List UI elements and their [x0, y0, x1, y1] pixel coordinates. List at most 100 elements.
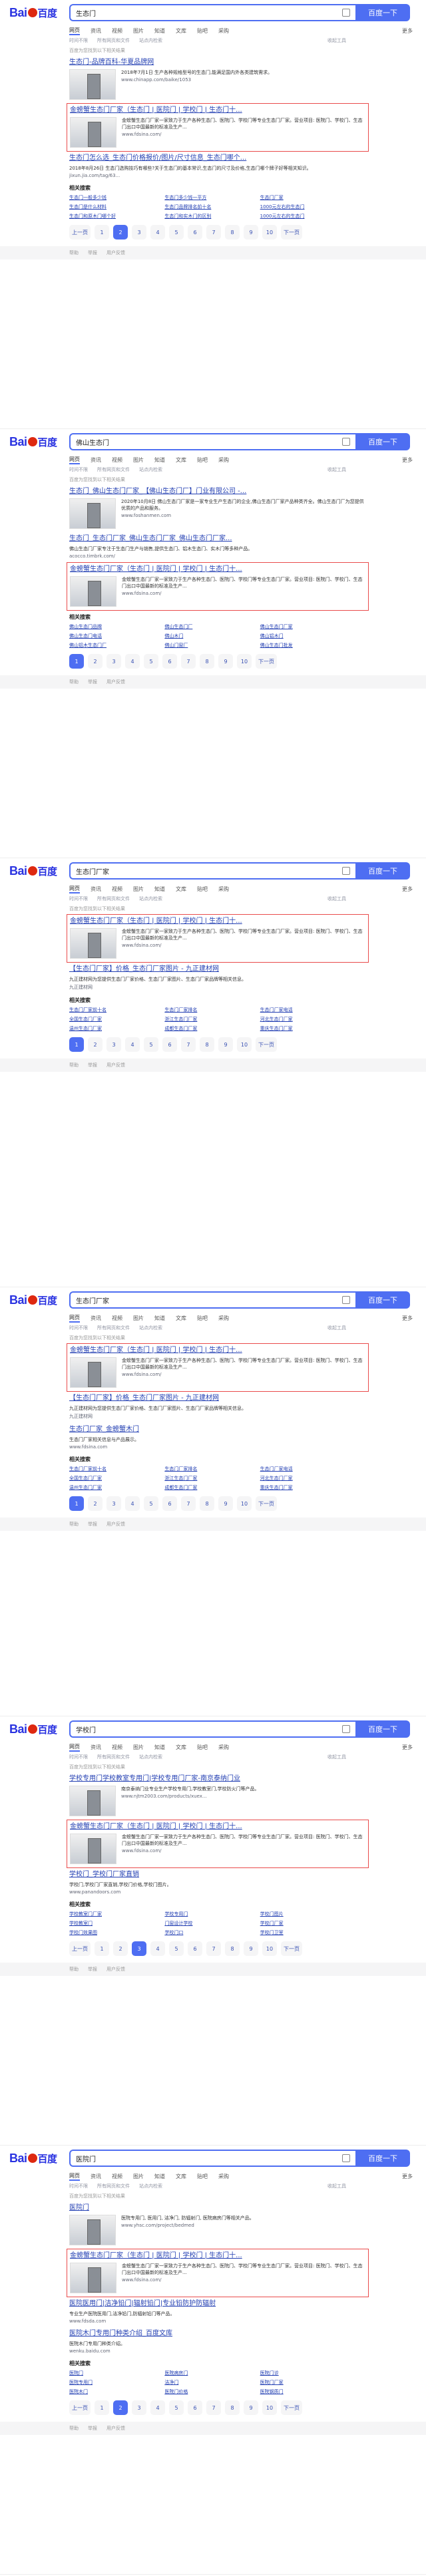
- tab-5[interactable]: 文库: [176, 886, 186, 893]
- page-link[interactable]: 5: [144, 1037, 158, 1052]
- result-url[interactable]: www.yhsc.com/project/bedmed: [121, 2223, 254, 2228]
- related-link[interactable]: 医院专用门: [69, 2379, 158, 2386]
- result-title-link[interactable]: 金螃蟹生态门厂家（生态门 | 医院门 | 学校门 | 生态门十...: [70, 565, 365, 574]
- camera-icon[interactable]: [342, 438, 350, 446]
- result-thumbnail[interactable]: [69, 69, 116, 100]
- result-url[interactable]: 九正建材网: [69, 1413, 246, 1420]
- page-link[interactable]: 10: [262, 1941, 277, 1956]
- tab-4[interactable]: 知道: [154, 456, 165, 464]
- result-url[interactable]: www.fdsina.com/: [122, 1848, 365, 1853]
- related-link[interactable]: 生态门厂家前十名: [69, 1466, 158, 1472]
- camera-icon[interactable]: [342, 9, 350, 17]
- page-link[interactable]: 2: [88, 1496, 103, 1511]
- page-link[interactable]: 4: [125, 1037, 140, 1052]
- page-link[interactable]: 6: [188, 225, 202, 240]
- page-link[interactable]: 9: [244, 1941, 258, 1956]
- footer-link[interactable]: 用户反馈: [106, 249, 125, 256]
- related-link[interactable]: 医院门: [69, 2370, 158, 2376]
- result-url[interactable]: acocco.timbrk.com/: [69, 554, 252, 559]
- related-link[interactable]: 浙江生态门厂家: [164, 1016, 253, 1023]
- tab-3[interactable]: 图片: [133, 1315, 144, 1322]
- tab-6[interactable]: 贴吧: [197, 27, 208, 35]
- related-link[interactable]: 生态门和原木门哪个好: [69, 213, 158, 220]
- related-link[interactable]: 生态门厂家前十名: [69, 1007, 158, 1013]
- search-button[interactable]: 百度一下: [355, 862, 410, 880]
- tool-1[interactable]: 所有网页和文件: [97, 36, 130, 45]
- page-link[interactable]: 3: [132, 1941, 146, 1956]
- related-link[interactable]: 医院木门: [69, 2388, 158, 2395]
- tab-2[interactable]: 视频: [112, 456, 122, 464]
- result-thumbnail[interactable]: [70, 117, 116, 148]
- result-url[interactable]: www.foshanmen.com: [121, 513, 366, 518]
- related-link[interactable]: 门窗设计学校: [164, 1920, 253, 1927]
- related-link[interactable]: 生态门是什么材料: [69, 204, 158, 210]
- tab-0[interactable]: 网页: [69, 27, 80, 35]
- footer-link[interactable]: 帮助: [69, 679, 79, 685]
- related-link[interactable]: 生态门厂家排名: [164, 1007, 253, 1013]
- related-link[interactable]: 河北生态门厂家: [260, 1475, 349, 1482]
- page-link[interactable]: 8: [200, 1496, 214, 1511]
- related-link[interactable]: 全国生态门厂家: [69, 1016, 158, 1023]
- tab-8[interactable]: 更多: [402, 27, 413, 35]
- result-thumbnail[interactable]: [69, 498, 116, 529]
- page-link[interactable]: 9: [218, 1037, 233, 1052]
- tab-6[interactable]: 贴吧: [197, 2173, 208, 2180]
- related-link[interactable]: 医院病房门: [164, 2370, 253, 2376]
- page-link[interactable]: 上一页: [69, 225, 91, 240]
- page-link[interactable]: 下一页: [256, 1037, 277, 1052]
- camera-icon[interactable]: [342, 2154, 350, 2162]
- result-title-link[interactable]: 学校门_学校门厂家直销: [69, 1870, 366, 1879]
- page-link[interactable]: 下一页: [281, 2400, 302, 2415]
- tab-6[interactable]: 贴吧: [197, 456, 208, 464]
- related-link[interactable]: 洁净门: [164, 2379, 253, 2386]
- search-input[interactable]: 医院门: [69, 2150, 355, 2167]
- tab-2[interactable]: 视频: [112, 27, 122, 35]
- related-link[interactable]: 佛山铝木门: [260, 633, 349, 639]
- search-input[interactable]: 生态门厂家: [69, 1291, 355, 1309]
- tab-4[interactable]: 知道: [154, 1744, 165, 1751]
- tool-3[interactable]: 收起工具: [327, 36, 346, 45]
- page-link[interactable]: 10: [237, 654, 252, 669]
- footer-link[interactable]: 帮助: [69, 249, 79, 256]
- page-link[interactable]: 10: [262, 2400, 277, 2415]
- related-link[interactable]: 生态门一般多少钱: [69, 194, 158, 201]
- tab-2[interactable]: 视频: [112, 1744, 122, 1751]
- page-link[interactable]: 8: [200, 654, 214, 669]
- footer-link[interactable]: 用户反馈: [106, 1062, 125, 1068]
- tool-3[interactable]: 收起工具: [327, 465, 346, 474]
- tab-1[interactable]: 资讯: [91, 1315, 101, 1322]
- page-link[interactable]: 1: [69, 1496, 84, 1511]
- result-url[interactable]: www.fdsina.com/: [122, 943, 365, 948]
- page-link[interactable]: 下一页: [281, 1941, 302, 1956]
- page-link[interactable]: 上一页: [69, 1941, 91, 1956]
- footer-link[interactable]: 用户反馈: [106, 1966, 125, 1973]
- footer-link[interactable]: 举报: [88, 679, 97, 685]
- result-url[interactable]: www.fdsda.com: [69, 2319, 174, 2324]
- page-link[interactable]: 2: [88, 654, 103, 669]
- related-link[interactable]: 成都生态门厂家: [164, 1484, 253, 1491]
- tool-0[interactable]: 时间不限: [69, 1323, 88, 1333]
- page-link[interactable]: 1: [69, 654, 84, 669]
- search-input[interactable]: 学校门: [69, 1720, 355, 1738]
- search-button[interactable]: 百度一下: [355, 2150, 410, 2167]
- result-title-link[interactable]: 金螃蟹生态门厂家（生态门 | 医院门 | 学校门 | 生态门十...: [70, 2251, 365, 2261]
- tab-0[interactable]: 网页: [69, 456, 80, 464]
- footer-link[interactable]: 举报: [88, 1966, 97, 1973]
- result-title-link[interactable]: 医院木门专用门种类介绍_百度文库: [69, 2329, 366, 2338]
- footer-link[interactable]: 举报: [88, 1062, 97, 1068]
- page-link[interactable]: 3: [106, 654, 121, 669]
- page-link[interactable]: 9: [218, 1496, 233, 1511]
- result-url[interactable]: wenku.baidu.com: [69, 2348, 125, 2354]
- related-link[interactable]: 河北生态门厂家: [260, 1016, 349, 1023]
- tool-3[interactable]: 收起工具: [327, 1323, 346, 1333]
- page-link[interactable]: 5: [169, 225, 184, 240]
- page-link[interactable]: 3: [106, 1496, 121, 1511]
- page-link[interactable]: 8: [225, 2400, 240, 2415]
- page-link[interactable]: 9: [218, 654, 233, 669]
- tool-3[interactable]: 收起工具: [327, 1752, 346, 1762]
- related-link[interactable]: 佛山木门: [164, 633, 253, 639]
- footer-link[interactable]: 帮助: [69, 1521, 79, 1528]
- related-link[interactable]: 佛山生态门品牌: [69, 623, 158, 630]
- tab-7[interactable]: 采购: [218, 886, 229, 893]
- tab-7[interactable]: 采购: [218, 2173, 229, 2180]
